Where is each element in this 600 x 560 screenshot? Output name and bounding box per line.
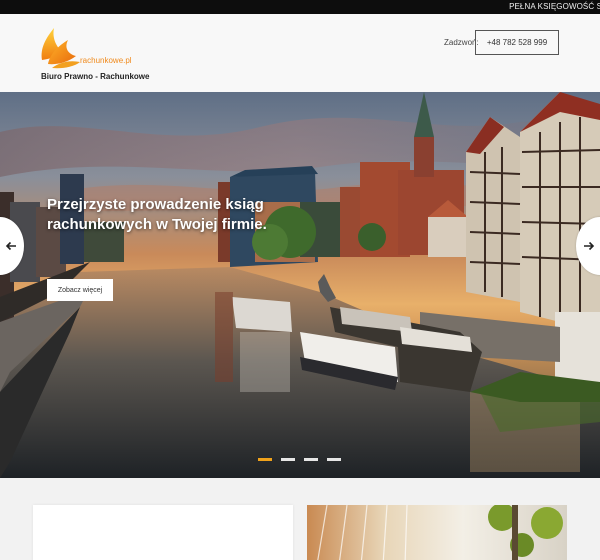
building-photo-image xyxy=(307,505,567,560)
slider-dots xyxy=(258,458,341,462)
slider-dot[interactable] xyxy=(304,458,318,461)
hero-slider: Przejrzyste prowadzenie ksiąg rachunkowy… xyxy=(0,92,600,478)
phone-button[interactable]: +48 782 528 999 xyxy=(475,30,559,55)
flame-logo-icon xyxy=(41,28,80,69)
content-section xyxy=(0,478,600,560)
logo-subtitle: Biuro Prawno - Rachunkowe xyxy=(41,72,150,81)
slider-dot[interactable] xyxy=(327,458,341,461)
logo[interactable]: rachunkowe.pl Biuro Prawno - Rachunkowe xyxy=(38,26,158,88)
call-label: Zadzwoń: xyxy=(444,38,479,47)
content-card xyxy=(33,505,293,560)
arrow-right-icon xyxy=(584,241,595,251)
hero-title: Przejrzyste prowadzenie ksiąg rachunkowy… xyxy=(47,196,267,233)
logo-domain: rachunkowe.pl xyxy=(80,56,132,65)
see-more-button[interactable]: Zobacz więcej xyxy=(47,279,113,301)
slider-dot[interactable] xyxy=(258,458,272,461)
ticker-text: PEŁNA KSIĘGOWOŚĆ S xyxy=(509,2,600,11)
slider-dot[interactable] xyxy=(281,458,295,461)
content-card-image xyxy=(307,505,567,560)
site-header: rachunkowe.pl Biuro Prawno - Rachunkowe … xyxy=(0,14,600,92)
top-ticker-bar: PEŁNA KSIĘGOWOŚĆ S xyxy=(0,0,600,14)
arrow-left-icon xyxy=(5,241,16,251)
